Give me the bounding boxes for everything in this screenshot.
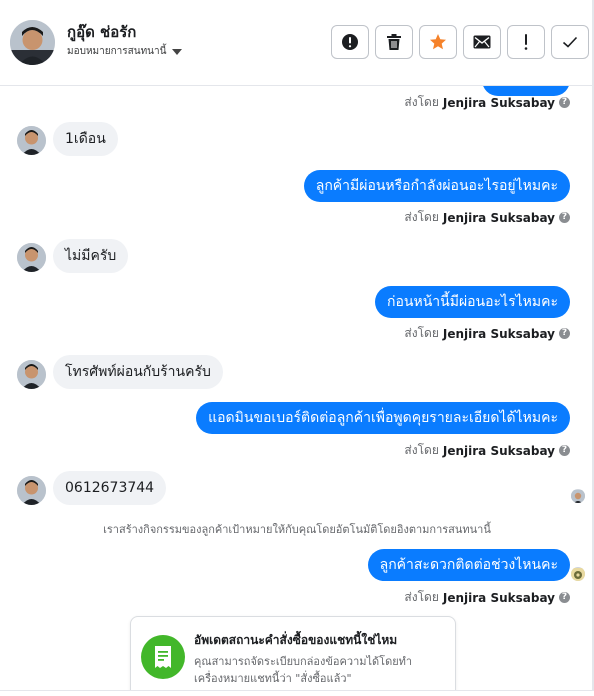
- exclamation-icon: [524, 34, 528, 50]
- caret-down-icon: [172, 48, 183, 55]
- sent-by-prefix: ส่งโดย: [404, 210, 439, 224]
- sent-by-prefix: ส่งโดย: [404, 95, 439, 109]
- receipt-icon: [141, 635, 185, 679]
- check-icon: [562, 36, 578, 48]
- outgoing-message-bubble[interactable]: ก่อนหน้านี้มีผ่อนอะไรไหมคะ: [375, 286, 570, 318]
- message-thread[interactable]: ส่งโดย Jenjira Suksabay ? 1เดือน ลูกค้าม…: [0, 86, 594, 696]
- alert-circle-icon: [342, 34, 358, 50]
- sent-by-prefix: ส่งโดย: [404, 443, 439, 457]
- incoming-message-bubble[interactable]: 1เดือน: [53, 122, 118, 156]
- contact-avatar-small: [17, 243, 46, 272]
- sent-by-name: Jenjira Suksabay: [442, 590, 555, 605]
- follow-up-button[interactable]: [507, 25, 545, 59]
- conversation-header: กูอุ๊ด ช่อรัก มอบหมายการสนทนานี้: [0, 0, 594, 86]
- outgoing-message-bubble[interactable]: แอดมินขอเบอร์ติดต่อลูกค้าเพื่อพูดคุยรายล…: [196, 402, 570, 434]
- assign-conversation-dropdown[interactable]: มอบหมายการสนทนานี้: [67, 44, 183, 59]
- sent-by-line: ส่งโดย Jenjira Suksabay ?: [404, 93, 570, 112]
- sent-by-line: ส่งโดย Jenjira Suksabay ?: [404, 208, 570, 227]
- contact-avatar-small: [17, 360, 46, 389]
- contact-name[interactable]: กูอุ๊ด ช่อรัก: [67, 20, 136, 44]
- sent-by-line: ส่งโดย Jenjira Suksabay ?: [404, 324, 570, 343]
- done-button[interactable]: [551, 25, 589, 59]
- incoming-message-bubble[interactable]: 0612673744: [53, 471, 167, 505]
- contact-avatar-small: [17, 476, 46, 505]
- star-icon: [430, 34, 446, 50]
- assign-label: มอบหมายการสนทนานี้: [67, 46, 167, 57]
- outgoing-message-bubble[interactable]: ลูกค้ามีผ่อนหรือกำลังผ่อนอะไรอยู่ไหมคะ: [303, 170, 570, 202]
- conversation-toolbar: [331, 25, 589, 59]
- report-spam-button[interactable]: [331, 25, 369, 59]
- help-icon[interactable]: ?: [559, 97, 570, 108]
- contact-avatar[interactable]: [10, 20, 55, 65]
- sent-by-line: ส่งโดย Jenjira Suksabay ?: [404, 588, 570, 607]
- read-receipt-avatar: [571, 489, 585, 503]
- sent-by-name: Jenjira Suksabay: [442, 95, 555, 110]
- incoming-message-bubble[interactable]: ไม่มีครับ: [53, 239, 129, 273]
- order-status-prompt-card[interactable]: อัพเดตสถานะคำสั่งซื้อของแชทนี้ใช่ไหม คุณ…: [130, 616, 456, 696]
- sent-by-prefix: ส่งโดย: [404, 326, 439, 340]
- help-icon[interactable]: ?: [559, 592, 570, 603]
- outgoing-message-bubble[interactable]: ลูกค้าสะดวกติดต่อช่วงไหนคะ: [367, 549, 570, 581]
- order-card-description: คุณสามารถจัดระเบียบกล่องข้อความได้โดยทำเ…: [194, 655, 413, 685]
- contact-avatar-small: [17, 126, 46, 155]
- sent-by-name: Jenjira Suksabay: [442, 210, 555, 225]
- trash-icon: [387, 34, 401, 50]
- incoming-message-bubble[interactable]: โทรศัพท์ผ่อนกับร้านครับ: [53, 355, 223, 389]
- help-icon[interactable]: ?: [559, 328, 570, 339]
- composer-divider: [0, 690, 594, 696]
- read-receipt-avatar: [571, 567, 585, 581]
- sent-by-prefix: ส่งโดย: [404, 590, 439, 604]
- system-note: เราสร้างกิจกรรมของลูกค้าเป้าหมายให้กับคุ…: [103, 523, 491, 536]
- delete-button[interactable]: [375, 25, 413, 59]
- order-card-title: อัพเดตสถานะคำสั่งซื้อของแชทนี้ใช่ไหม: [194, 633, 398, 647]
- help-icon[interactable]: ?: [559, 445, 570, 456]
- mark-unread-button[interactable]: [463, 25, 501, 59]
- sent-by-name: Jenjira Suksabay: [442, 443, 555, 458]
- star-button[interactable]: [419, 25, 457, 59]
- envelope-icon: [473, 35, 491, 49]
- sent-by-line: ส่งโดย Jenjira Suksabay ?: [404, 441, 570, 460]
- sent-by-name: Jenjira Suksabay: [442, 326, 555, 341]
- help-icon[interactable]: ?: [559, 212, 570, 223]
